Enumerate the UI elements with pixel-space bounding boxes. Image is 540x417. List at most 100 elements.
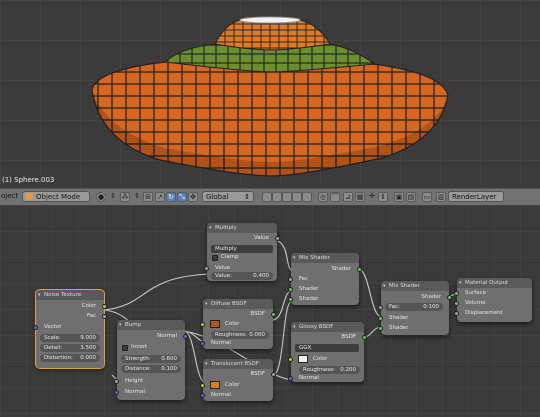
clamp-checkbox[interactable] bbox=[212, 255, 218, 261]
multiply-output-socket[interactable] bbox=[275, 236, 280, 241]
render-image-icon[interactable]: ▣ bbox=[394, 192, 404, 202]
bump-distance-field[interactable]: Distance: 0.100 bbox=[121, 365, 181, 373]
mix-shader-node-1[interactable]: Mix Shader Shader Fac Shader Shader bbox=[288, 253, 362, 305]
mix-shader-2-header[interactable]: Mix Shader bbox=[381, 281, 449, 291]
mix-shader-1-fac-label: Fac bbox=[299, 276, 309, 282]
diffuse-roughness-field[interactable]: Roughness: 0.000 bbox=[211, 331, 269, 339]
glossy-color-socket[interactable] bbox=[288, 357, 293, 362]
diffuse-color-swatch[interactable] bbox=[210, 320, 220, 328]
glossy-bsdf-node[interactable]: Glossy BSDF BSDF GGX Color Roughness:0.2… bbox=[288, 322, 367, 382]
glossy-bsdf-header[interactable]: Glossy BSDF bbox=[291, 322, 364, 332]
glossy-normal-socket[interactable] bbox=[288, 376, 293, 381]
shading-icon[interactable]: ● bbox=[96, 192, 106, 202]
bump-header[interactable]: Bump bbox=[117, 320, 185, 330]
multiply-input-socket[interactable] bbox=[204, 266, 209, 271]
material-output-header[interactable]: Material Output bbox=[457, 278, 532, 288]
mix-shader-2-output-socket[interactable] bbox=[447, 295, 452, 300]
translucent-bsdf-header[interactable]: Translucent BSDF bbox=[203, 359, 273, 369]
transform-orientation-icon[interactable]: ✥ bbox=[188, 192, 198, 202]
shading-dropdown-icon[interactable]: ⇕ bbox=[108, 192, 118, 202]
mix-shader-2-shader-a-label: Shader bbox=[389, 315, 409, 321]
proportional-edit-icon[interactable]: ◎ bbox=[318, 192, 328, 202]
snap-target-icon[interactable]: ✛ bbox=[367, 192, 377, 202]
bump-height-socket[interactable] bbox=[114, 379, 119, 384]
diffuse-bsdf-node[interactable]: Diffuse BSDF BSDF Color Roughness:0.000 … bbox=[200, 299, 276, 349]
bump-normal-output-label: Normal bbox=[157, 333, 177, 339]
mix-shader-1-header[interactable]: Mix Shader bbox=[291, 253, 359, 263]
render-animation-icon[interactable]: ▤ bbox=[406, 192, 416, 202]
noise-distortion-field[interactable]: Distortion: 0.000 bbox=[40, 354, 100, 362]
noise-texture-node[interactable]: Noise Texture Color Fac Vector Scale:9.0… bbox=[33, 289, 107, 369]
layer-3-icon[interactable] bbox=[282, 192, 292, 202]
3d-viewport[interactable]: (1) Sphere.003 bbox=[0, 0, 540, 187]
mix-shader-1-shader-b-socket[interactable] bbox=[288, 297, 293, 302]
mix-shader-1-shader-a-socket[interactable] bbox=[288, 287, 293, 292]
translate-icon[interactable]: ↗ bbox=[155, 192, 165, 202]
glossy-roughness-field[interactable]: Roughness: 0.200 bbox=[299, 366, 360, 374]
mix-shader-2-shader-b-socket[interactable] bbox=[378, 326, 383, 331]
bump-normal-output-socket[interactable] bbox=[183, 334, 188, 339]
lamp-shade-model bbox=[91, 16, 449, 177]
mode-dropdown[interactable]: Object Mode bbox=[22, 191, 90, 202]
pivot-icon[interactable]: ⁂ bbox=[120, 192, 130, 202]
render-layer-field[interactable]: RenderLayer bbox=[448, 191, 504, 202]
mix-shader-1-output-socket[interactable] bbox=[357, 267, 362, 272]
noise-color-output-socket[interactable] bbox=[102, 304, 107, 309]
displacement-socket[interactable] bbox=[454, 311, 459, 316]
opengl-render-icon[interactable]: ▭ bbox=[422, 192, 432, 202]
glossy-distribution-dropdown[interactable]: GGX bbox=[295, 344, 359, 352]
mix-shader-2-shader-a-socket[interactable] bbox=[378, 316, 383, 321]
noise-texture-header[interactable]: Noise Texture bbox=[36, 290, 104, 300]
surface-socket[interactable] bbox=[454, 291, 459, 296]
mix-shader-2-fac-socket[interactable] bbox=[378, 305, 383, 310]
material-output-node[interactable]: Material Output Surface Volume Displacem… bbox=[454, 278, 532, 322]
displacement-label: Displacement bbox=[465, 310, 503, 316]
mix-shader-1-fac-socket[interactable] bbox=[288, 277, 293, 282]
diffuse-bsdf-header[interactable]: Diffuse BSDF bbox=[203, 299, 273, 309]
rotate-icon[interactable]: ↻ bbox=[166, 192, 176, 202]
orientation-dropdown[interactable]: Global ⇕ bbox=[202, 191, 254, 202]
volume-socket[interactable] bbox=[454, 301, 459, 306]
bump-node[interactable]: Bump Normal Invert Strength:0.600 Distan… bbox=[114, 320, 188, 400]
editor-type-label: oject bbox=[1, 192, 19, 200]
multiply-value-field[interactable]: Value: 0.400 bbox=[211, 272, 273, 280]
render-layer-icon[interactable]: ▥ bbox=[436, 192, 446, 202]
noise-fac-output-socket[interactable] bbox=[102, 314, 107, 319]
glossy-output-socket[interactable] bbox=[362, 335, 367, 340]
translucent-color-socket[interactable] bbox=[200, 383, 205, 388]
noise-detail-field[interactable]: Detail: 3.500 bbox=[40, 344, 100, 352]
layer-2-icon[interactable] bbox=[272, 192, 282, 202]
mix-shader-2-fac-field[interactable]: Fac: 0.100 bbox=[385, 303, 443, 311]
diffuse-output-socket[interactable] bbox=[271, 312, 276, 317]
snap-element-icon[interactable]: ▦ bbox=[355, 192, 365, 202]
layer-5-icon[interactable] bbox=[302, 192, 312, 202]
snap-icon[interactable]: ⊿ bbox=[343, 192, 353, 202]
scale-icon[interactable]: ⤡ bbox=[177, 192, 187, 202]
diffuse-color-socket[interactable] bbox=[200, 322, 205, 327]
layer-1-icon[interactable] bbox=[262, 192, 272, 202]
multiply-operation-dropdown[interactable]: Multiply bbox=[211, 245, 273, 253]
translucent-color-label: Color bbox=[225, 382, 240, 388]
falloff-icon[interactable]: ⌒ bbox=[330, 192, 340, 202]
diffuse-normal-label: Normal bbox=[211, 340, 231, 346]
snap-options-icon[interactable]: ⇕ bbox=[378, 192, 388, 202]
translucent-bsdf-node[interactable]: Translucent BSDF BSDF Color Normal bbox=[200, 359, 276, 401]
multiply-output-label: Value bbox=[253, 235, 269, 241]
bump-normal-input-socket[interactable] bbox=[114, 390, 119, 395]
multiply-node[interactable]: Multiply Value Multiply Clamp Value Valu… bbox=[204, 223, 280, 281]
bump-strength-field[interactable]: Strength: 0.600 bbox=[121, 355, 181, 363]
layer-4-icon[interactable] bbox=[292, 192, 302, 202]
translucent-output-socket[interactable] bbox=[271, 372, 276, 377]
manipulator-toggle-icon[interactable]: ⊞ bbox=[143, 192, 153, 202]
multiply-node-header[interactable]: Multiply bbox=[207, 223, 277, 233]
pivot-dropdown-icon[interactable]: ⇕ bbox=[132, 192, 142, 202]
node-editor[interactable]: Multiply Value Multiply Clamp Value Valu… bbox=[0, 205, 540, 417]
translucent-normal-socket[interactable] bbox=[200, 393, 205, 398]
invert-checkbox[interactable] bbox=[122, 345, 128, 351]
glossy-color-swatch[interactable] bbox=[298, 355, 308, 363]
noise-scale-field[interactable]: Scale: 9.000 bbox=[40, 334, 100, 342]
mix-shader-node-2[interactable]: Mix Shader Shader Fac:0.100 Shader Shade… bbox=[378, 281, 452, 335]
noise-vector-socket[interactable] bbox=[33, 325, 38, 330]
diffuse-normal-socket[interactable] bbox=[200, 341, 205, 346]
translucent-color-swatch[interactable] bbox=[210, 381, 220, 389]
